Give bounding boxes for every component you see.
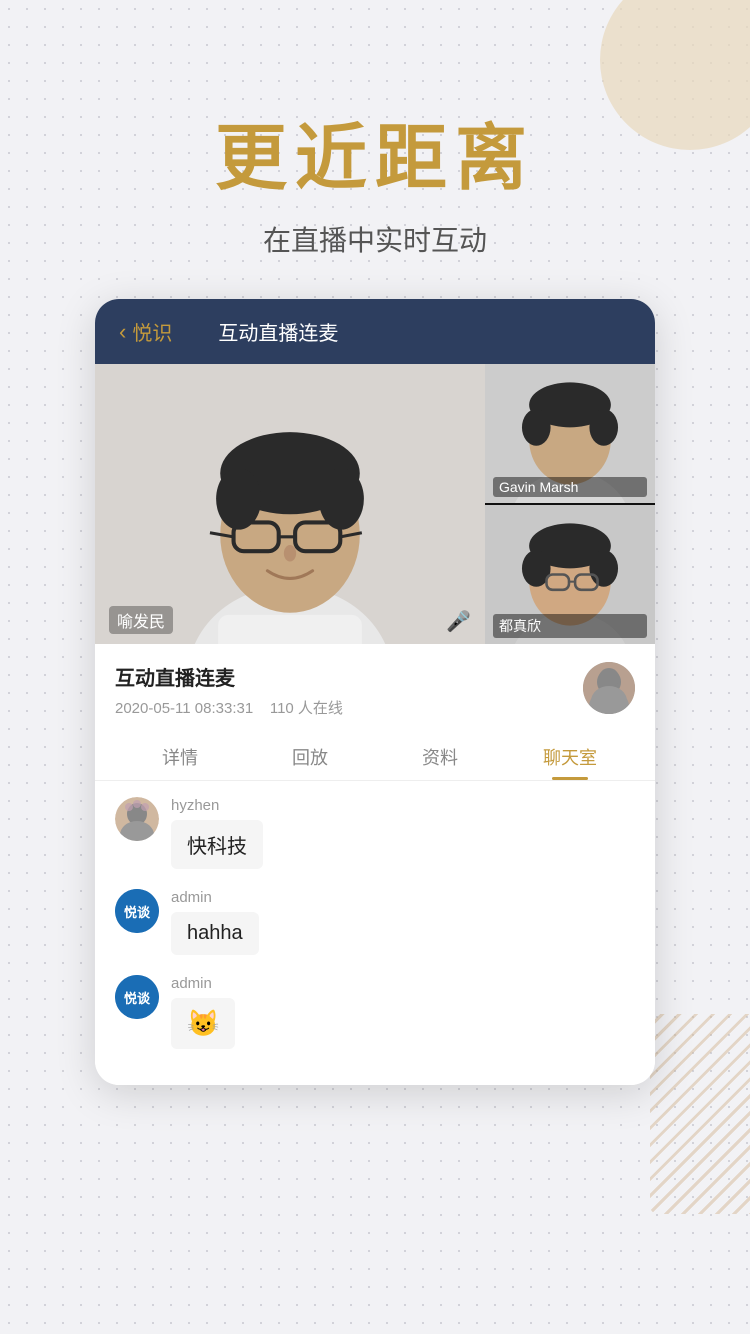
main-video-feed — [95, 364, 485, 644]
mic-icon: 🎤 — [446, 609, 471, 634]
video-side-item-1: Gavin Marsh — [485, 364, 655, 503]
chat-username-1: hyzhen — [171, 797, 263, 814]
main-title: 更近距离 — [0, 120, 750, 199]
chat-avatar-2: 悦谈 — [115, 889, 159, 933]
chat-avatar-1 — [115, 797, 159, 841]
tab-materials[interactable]: 资料 — [375, 732, 505, 780]
chat-item-1: hyzhen 快科技 — [115, 797, 635, 869]
back-chevron-icon: ‹ — [119, 319, 126, 345]
tabs: 详情 回放 资料 聊天室 — [95, 732, 655, 781]
info-online-count: 110 人在线 — [270, 700, 343, 717]
info-title: 互动直播连麦 — [115, 662, 343, 691]
video-side: Gavin Marsh — [485, 364, 655, 644]
tab-details[interactable]: 详情 — [115, 732, 245, 780]
svg-text:悦谈: 悦谈 — [124, 991, 151, 1006]
tab-chat[interactable]: 聊天室 — [505, 732, 635, 780]
chat-content-3: admin 😺 — [171, 975, 235, 1049]
chat-username-3: admin — [171, 975, 235, 992]
video-main: 喻发民 🎤 — [95, 364, 485, 644]
sub-title: 在直播中实时互动 — [0, 219, 750, 259]
deco-bottom-right — [650, 1014, 750, 1214]
chat-content-2: admin hahha — [171, 889, 259, 955]
video-main-person-label: 喻发民 — [109, 606, 173, 634]
chat-item-3: 悦谈 admin 😺 — [115, 975, 635, 1049]
header-section: 更近距离 在直播中实时互动 — [0, 0, 750, 299]
chat-item-2: 悦谈 admin hahha — [115, 889, 635, 955]
info-avatar — [583, 662, 635, 714]
video-area: 喻发民 🎤 Gavin — [95, 364, 655, 644]
chat-bubble-1: 快科技 — [171, 820, 263, 869]
video-side-person-label-2: 都真欣 — [493, 614, 647, 638]
chat-avatar-3: 悦谈 — [115, 975, 159, 1019]
app-header: ‹ 悦识 互动直播连麦 — [95, 299, 655, 364]
phone-card: ‹ 悦识 互动直播连麦 — [95, 299, 655, 1085]
chat-bubble-2: hahha — [171, 912, 259, 955]
info-date: 2020-05-11 08:33:31 — [115, 700, 253, 717]
info-avatar-image — [583, 662, 635, 714]
chat-content-1: hyzhen 快科技 — [171, 797, 263, 869]
svg-text:悦谈: 悦谈 — [124, 905, 151, 920]
back-label: 悦识 — [132, 317, 172, 346]
app-nav-title: 互动直播连麦 — [218, 317, 338, 346]
chat-bubble-3: 😺 — [171, 998, 235, 1049]
chat-username-2: admin — [171, 889, 259, 906]
video-side-person-label-1: Gavin Marsh — [493, 477, 647, 497]
emoji-icon: 😺 — [187, 1008, 219, 1038]
info-left: 互动直播连麦 2020-05-11 08:33:31 110 人在线 — [115, 662, 343, 718]
tab-replay[interactable]: 回放 — [245, 732, 375, 780]
video-side-item-2: 都真欣 — [485, 505, 655, 644]
back-button[interactable]: ‹ 悦识 — [119, 317, 172, 346]
info-section: 互动直播连麦 2020-05-11 08:33:31 110 人在线 — [95, 644, 655, 728]
info-meta: 2020-05-11 08:33:31 110 人在线 — [115, 697, 343, 718]
chat-area: hyzhen 快科技 悦谈 admin hahha 悦谈 — [95, 781, 655, 1085]
